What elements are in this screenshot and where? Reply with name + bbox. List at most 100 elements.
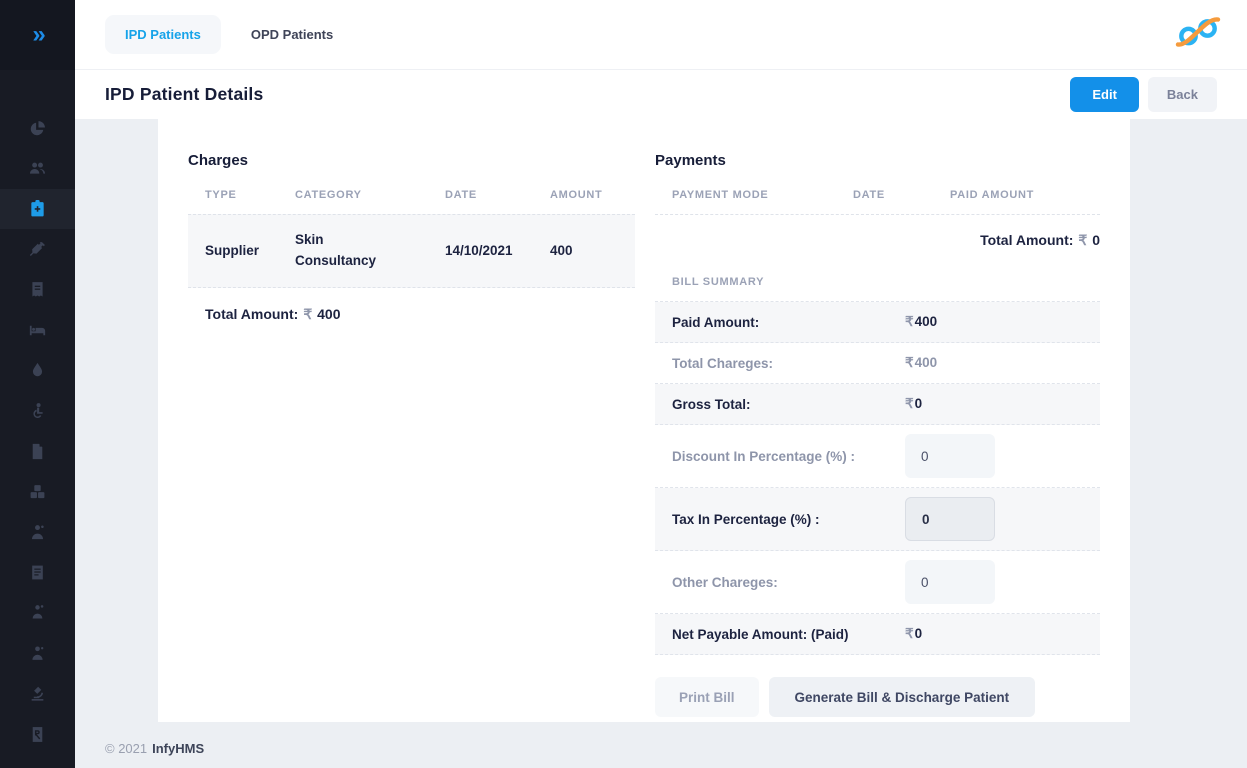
payments-total-label: Total Amount:	[980, 232, 1073, 248]
doctor-icon	[29, 524, 46, 541]
col-type: TYPE	[205, 189, 295, 201]
bill-row-label: Gross Total:	[672, 397, 905, 412]
prescription-icon	[29, 726, 46, 743]
bill-row-value: ₹400	[905, 314, 1100, 330]
edit-button[interactable]: Edit	[1070, 77, 1139, 112]
charge-date: 14/10/2021	[445, 243, 550, 258]
header-actions: Edit Back	[1070, 77, 1217, 112]
tax-percentage-input[interactable]	[905, 497, 995, 541]
tab-opd-patients[interactable]: OPD Patients	[231, 15, 353, 54]
tab-ipd-patients[interactable]: IPD Patients	[105, 15, 221, 54]
print-bill-button[interactable]: Print Bill	[655, 677, 759, 717]
sidebar-item-vaccination[interactable]	[0, 229, 75, 269]
amount-text: 0	[915, 626, 923, 641]
charge-amount: 400	[550, 243, 635, 258]
patient-board-icon	[29, 200, 46, 217]
sidebar-item-patients[interactable]	[0, 391, 75, 431]
bill-row-label: Other Chareges:	[672, 575, 905, 590]
charges-table-row: Supplier Skin Consultancy 14/10/2021 400	[188, 214, 635, 288]
rupee-icon: ₹	[303, 306, 312, 322]
sidebar-item-doctors[interactable]	[0, 512, 75, 552]
sidebar: »	[0, 0, 75, 768]
sidebar-item-receptionists[interactable]	[0, 593, 75, 633]
document-icon	[29, 443, 46, 460]
sidebar-item-blood-bank[interactable]	[0, 350, 75, 390]
col-category: CATEGORY	[295, 189, 445, 201]
copyright-text: © 2021	[105, 741, 147, 756]
bill-row-gross-total: Gross Total: ₹0	[655, 384, 1100, 425]
payments-title: Payments	[655, 152, 1100, 169]
bill-row-tax: Tax In Percentage (%) :	[655, 488, 1100, 551]
charge-type: Supplier	[205, 243, 295, 258]
bed-icon	[29, 322, 46, 339]
staff-icon	[29, 645, 46, 662]
payments-total-value: 0	[1092, 232, 1100, 248]
payments-section: Payments PAYMENT MODE DATE PAID AMOUNT T…	[655, 152, 1100, 717]
sidebar-item-documents[interactable]	[0, 431, 75, 471]
pie-chart-icon	[29, 120, 46, 137]
bill-row-discount: Discount In Percentage (%) :	[655, 425, 1100, 488]
bill-row-value: ₹0	[905, 396, 1100, 412]
sidebar-item-medicines[interactable]	[0, 472, 75, 512]
sidebar-item-pathology[interactable]	[0, 673, 75, 713]
amount-text: 400	[915, 314, 938, 329]
generate-bill-discharge-button[interactable]: Generate Bill & Discharge Patient	[769, 677, 1036, 717]
bill-row-label: Tax In Percentage (%) :	[672, 512, 905, 527]
sidebar-item-users[interactable]	[0, 148, 75, 188]
sidebar-item-staff[interactable]	[0, 633, 75, 673]
top-navbar: IPD Patients OPD Patients	[75, 0, 1247, 70]
charges-table-header: TYPE CATEGORY DATE AMOUNT	[188, 189, 635, 214]
bill-actions: Print Bill Generate Bill & Discharge Pat…	[655, 677, 1100, 717]
page-header: IPD Patient Details Edit Back	[75, 70, 1247, 119]
bill-row-label: Discount In Percentage (%) :	[672, 449, 905, 464]
charges-title: Charges	[188, 152, 635, 169]
bill-summary-label: BILL SUMMARY	[655, 276, 1100, 288]
amount-text: 400	[915, 355, 938, 370]
infinity-logo	[1175, 12, 1221, 57]
bill-row-label: Paid Amount:	[672, 315, 905, 330]
records-icon	[29, 564, 46, 581]
bill-row-other-charges: Other Chareges:	[655, 551, 1100, 614]
microscope-icon	[29, 685, 46, 702]
bill-row-value: ₹0	[905, 626, 1100, 642]
patient-details-card: Charges TYPE CATEGORY DATE AMOUNT Suppli…	[158, 119, 1130, 722]
back-button[interactable]: Back	[1148, 77, 1217, 112]
payments-total: Total Amount: ₹ 0	[655, 215, 1100, 264]
sidebar-item-dashboard[interactable]	[0, 108, 75, 148]
discount-percentage-input[interactable]	[905, 434, 995, 478]
sidebar-item-records[interactable]	[0, 552, 75, 592]
rupee-icon: ₹	[1078, 232, 1087, 248]
double-chevron-right-icon[interactable]: »	[32, 23, 42, 47]
rupee-icon: ₹	[905, 626, 914, 641]
sidebar-item-prescriptions[interactable]	[0, 714, 75, 754]
sidebar-nav	[0, 108, 75, 754]
col-payment-date: DATE	[853, 189, 950, 201]
col-amount: AMOUNT	[550, 189, 635, 201]
rupee-icon: ₹	[905, 314, 914, 329]
amount-text: 0	[915, 396, 923, 411]
charges-total-label: Total Amount:	[205, 306, 298, 322]
bill-row-label: Net Payable Amount: (Paid)	[672, 627, 905, 642]
brand-name: InfyHMS	[152, 741, 204, 756]
medicines-icon	[29, 483, 46, 500]
sidebar-expand-area: »	[0, 0, 75, 70]
sidebar-item-beds[interactable]	[0, 310, 75, 350]
footer: © 2021 InfyHMS	[105, 741, 204, 756]
wheelchair-patient-icon	[29, 402, 46, 419]
col-payment-mode: PAYMENT MODE	[672, 189, 853, 201]
other-charges-input[interactable]	[905, 560, 995, 604]
charges-total: Total Amount:₹ 400	[188, 306, 635, 323]
sidebar-item-billing[interactable]	[0, 270, 75, 310]
col-date: DATE	[445, 189, 550, 201]
bill-row-net-payable: Net Payable Amount: (Paid) ₹0	[655, 614, 1100, 655]
receptionist-icon	[29, 604, 46, 621]
billing-icon	[29, 281, 46, 298]
bill-row-total-charges: Total Chareges: ₹400	[655, 343, 1100, 384]
tab-bar: IPD Patients OPD Patients	[105, 15, 353, 54]
sidebar-item-ipd-patients[interactable]	[0, 189, 75, 229]
bill-row-paid-amount: Paid Amount: ₹400	[655, 302, 1100, 343]
rupee-icon: ₹	[905, 355, 914, 370]
page-title: IPD Patient Details	[105, 84, 263, 105]
charges-section: Charges TYPE CATEGORY DATE AMOUNT Suppli…	[188, 152, 635, 323]
rupee-icon: ₹	[905, 396, 914, 411]
